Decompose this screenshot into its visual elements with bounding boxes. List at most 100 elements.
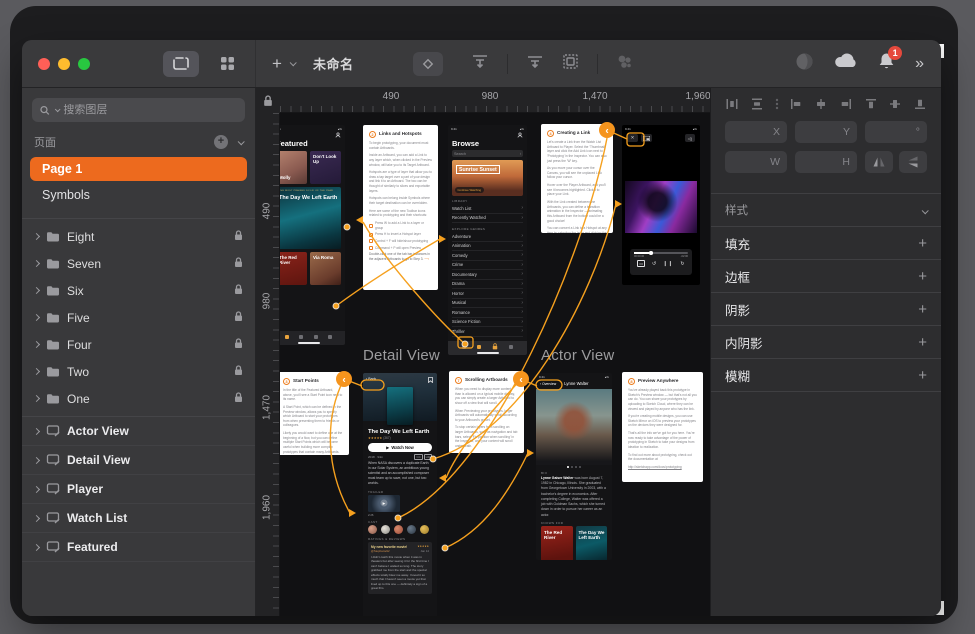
flip-vertical-button[interactable] xyxy=(899,151,927,173)
canvas-view-toggle[interactable] xyxy=(163,51,199,77)
distribute-button[interactable] xyxy=(471,53,489,74)
pages-collapse-chevron-icon[interactable] xyxy=(238,138,245,145)
add-style-button[interactable]: + xyxy=(918,334,927,351)
subtitles-icon[interactable]: ▭ xyxy=(637,260,645,267)
cast-avatar[interactable] xyxy=(381,525,390,534)
horizontal-ruler[interactable]: 490 980 1,470 1,960 xyxy=(256,88,710,113)
zoom-button[interactable] xyxy=(78,58,90,70)
genre-row[interactable]: Crime› xyxy=(452,261,523,271)
expand-chevron-icon[interactable] xyxy=(33,514,40,521)
pip-icon[interactable] xyxy=(641,134,652,142)
inspector-section-row[interactable]: 模糊 + xyxy=(711,358,941,391)
known-poster-day-we-left-earth[interactable]: The Day We Left Earth Science Fiction xyxy=(576,526,608,560)
genre-row[interactable]: Science Fiction› xyxy=(452,318,523,328)
genre-row[interactable]: Comedy› xyxy=(452,251,523,261)
x-position-field[interactable]: X xyxy=(725,121,787,143)
artboard-featured[interactable]: 9:41▴▾▪ Featured Molly Don't Look Up THE… xyxy=(272,125,345,345)
tutorial-card-scrolling[interactable]: 7 Scrolling Artboards When you need to d… xyxy=(449,371,524,453)
layer-group-row[interactable]: Four xyxy=(22,331,255,358)
browse-search-field[interactable]: Search 𝄽 xyxy=(452,150,523,157)
lock-icon[interactable] xyxy=(234,257,243,271)
tab-profile-icon[interactable] xyxy=(328,335,332,339)
style-section-header[interactable]: 样式 xyxy=(711,193,941,226)
tab-watchlist-icon[interactable] xyxy=(314,335,318,339)
expand-chevron-icon[interactable] xyxy=(33,233,40,240)
expand-chevron-icon[interactable] xyxy=(33,543,40,550)
boolean-operations-button[interactable] xyxy=(616,53,634,75)
canvas[interactable]: 9:41▴▾▪ Featured Molly Don't Look Up THE… xyxy=(256,88,710,616)
expand-chevron-icon[interactable] xyxy=(33,456,40,463)
rewind-icon[interactable]: ↺ xyxy=(652,261,656,267)
genre-row[interactable]: Documentary› xyxy=(452,270,523,280)
lock-icon[interactable] xyxy=(234,338,243,352)
poster-day-we-left-earth[interactable]: THE MOST PRAISED SCI-FI OF THE YEAR The … xyxy=(276,187,341,249)
toolbar-overflow-button[interactable]: » xyxy=(915,55,923,73)
genre-row[interactable]: Thriller› xyxy=(452,327,523,337)
align-middle-vertical-icon[interactable] xyxy=(888,97,902,111)
artboard-row[interactable]: Detail View xyxy=(22,446,255,475)
genre-row[interactable]: Romance› xyxy=(452,308,523,318)
genre-row[interactable]: Animation› xyxy=(452,242,523,252)
layer-group-row[interactable]: One xyxy=(22,385,255,412)
add-style-button[interactable]: + xyxy=(918,367,927,384)
tab-home-icon[interactable] xyxy=(285,335,289,339)
artboard-row[interactable]: Player xyxy=(22,475,255,504)
artboard-row[interactable]: Watch List xyxy=(22,504,255,533)
close-button[interactable] xyxy=(38,58,50,70)
featured-tab-bar[interactable] xyxy=(272,331,345,345)
preview-button[interactable] xyxy=(795,52,814,76)
insert-chevron-icon[interactable] xyxy=(290,59,297,66)
review-card[interactable]: My new favorite movie! ★★★★★ @Stephanie9… xyxy=(368,542,432,594)
cast-avatar[interactable] xyxy=(368,525,377,534)
lock-icon[interactable] xyxy=(234,311,243,325)
scrubber-handle[interactable] xyxy=(649,251,653,255)
expand-chevron-icon[interactable] xyxy=(33,485,40,492)
lock-icon[interactable] xyxy=(234,365,243,379)
expand-chevron-icon[interactable] xyxy=(33,427,40,434)
browse-tab-bar[interactable] xyxy=(448,341,527,355)
volume-icon[interactable]: ◁) xyxy=(685,134,695,142)
overview-back-button[interactable]: ‹ Overview xyxy=(540,382,556,386)
ruler-lock-corner[interactable] xyxy=(256,88,280,113)
align-bottom-icon[interactable] xyxy=(913,97,927,111)
forward-icon[interactable]: ↻ xyxy=(680,261,684,267)
lock-icon[interactable] xyxy=(234,230,243,244)
cloud-button[interactable] xyxy=(834,53,858,74)
layer-group-row[interactable]: Eight xyxy=(22,223,255,250)
watch-now-button[interactable]: ▶ Watch Now xyxy=(368,443,432,452)
page-item-symbols[interactable]: Symbols xyxy=(30,183,247,207)
width-field[interactable]: W xyxy=(725,151,787,173)
detail-poster-thumbnail[interactable] xyxy=(387,387,413,425)
poster-via-roma[interactable]: Via Roma xyxy=(310,252,341,285)
genre-row[interactable]: Musical› xyxy=(452,299,523,309)
notifications-button[interactable]: 1 xyxy=(878,52,895,75)
distribute-vertically-icon[interactable] xyxy=(750,97,764,111)
inspector-section-row[interactable]: 边框 + xyxy=(711,259,941,292)
genre-row[interactable]: Adventure› xyxy=(452,232,523,242)
align-center-horizontal-icon[interactable] xyxy=(814,97,828,111)
known-poster-red-river[interactable]: The Red River Thriller xyxy=(541,526,573,560)
profile-icon[interactable] xyxy=(335,132,341,138)
layer-search-field[interactable] xyxy=(32,98,245,122)
player-video[interactable] xyxy=(625,181,697,233)
add-style-button[interactable]: + xyxy=(918,235,927,252)
tab-home-icon[interactable] xyxy=(462,345,466,349)
poster-molly[interactable]: Molly xyxy=(276,151,307,184)
inspector-section-row[interactable]: 阴影 + xyxy=(711,292,941,325)
expand-chevron-icon[interactable] xyxy=(33,395,40,402)
align-right-icon[interactable] xyxy=(839,97,853,111)
flip-horizontal-button[interactable] xyxy=(865,151,893,173)
minimize-button[interactable] xyxy=(58,58,70,70)
height-field[interactable]: H xyxy=(795,151,857,173)
inspector-section-row[interactable]: 内阴影 + xyxy=(711,325,941,358)
documentation-link[interactable]: http://sketchapp.com/docs/prototyping xyxy=(628,465,697,470)
trailer-thumbnail[interactable]: ▶ xyxy=(368,495,400,512)
add-style-button[interactable]: + xyxy=(918,268,927,285)
search-input[interactable] xyxy=(63,104,237,116)
tutorial-card-preview-anywhere[interactable]: 8 Preview Anywhere You've already played… xyxy=(622,372,703,482)
expand-chevron-icon[interactable] xyxy=(33,314,40,321)
search-scope-chevron-icon[interactable] xyxy=(55,107,60,112)
page-item-page1[interactable]: Page 1 xyxy=(30,157,247,181)
back-button[interactable]: ‹ Back xyxy=(366,377,376,381)
expand-chevron-icon[interactable] xyxy=(33,368,40,375)
